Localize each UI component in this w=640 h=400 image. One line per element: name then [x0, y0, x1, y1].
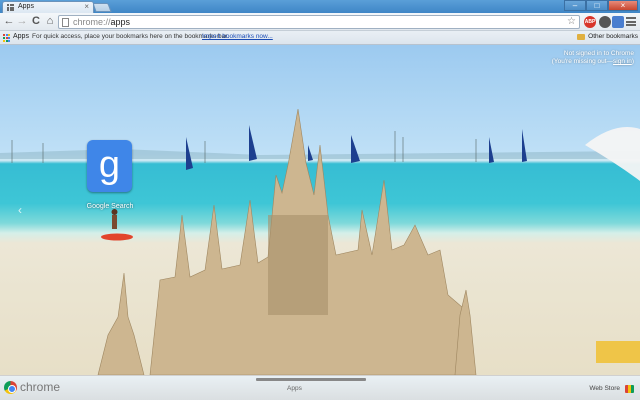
clock-extension-icon[interactable]	[599, 16, 611, 28]
page-indicator[interactable]	[256, 378, 366, 381]
url-text: chrome://apps	[73, 17, 130, 27]
google-g-glyph: g	[98, 144, 121, 186]
back-button[interactable]: ←	[3, 15, 15, 28]
forward-button[interactable]: →	[16, 15, 28, 28]
bookmark-star-icon[interactable]: ☆	[567, 16, 576, 27]
apps-page-background: Not signed in to Chrome (You're missing …	[0, 45, 640, 375]
close-window-button[interactable]: ×	[608, 0, 638, 11]
app-google-search[interactable]: g	[87, 140, 132, 192]
apps-grid-icon	[7, 4, 14, 11]
home-button[interactable]: ⌂	[44, 15, 56, 28]
sign-in-notice: Not signed in to Chrome (You're missing …	[552, 50, 634, 66]
sign-in-status: Not signed in to Chrome	[563, 50, 634, 57]
apps-shortcut[interactable]: Apps	[13, 33, 29, 40]
tab-apps[interactable]: Apps ×	[2, 1, 94, 13]
sign-in-prompt: (You're missing out—sign in)	[551, 58, 634, 65]
previous-page-arrow[interactable]: ‹	[18, 203, 22, 217]
tab-strip: Apps × – □ ×	[0, 0, 640, 13]
web-store-link[interactable]: Web Store	[589, 385, 620, 392]
app-label[interactable]: Google Search	[79, 203, 141, 210]
bookmarks-hint: For quick access, place your bookmarks h…	[32, 33, 229, 40]
close-tab-icon[interactable]: ×	[84, 2, 89, 12]
address-bar[interactable]: chrome://apps ☆	[58, 15, 580, 29]
other-bookmarks-label: Other bookmarks	[588, 33, 638, 40]
bookmarks-bar: Apps For quick access, place your bookma…	[0, 31, 640, 45]
reload-button[interactable]: C	[30, 15, 42, 28]
import-bookmarks-link[interactable]: Import bookmarks now...	[202, 33, 273, 40]
beach-sandcastle-image	[0, 108, 640, 375]
page-icon	[62, 18, 69, 27]
apps-footer: chrome Apps Web Store	[0, 375, 640, 400]
apps-grid-icon	[3, 34, 11, 42]
sign-in-link[interactable]: sign in	[613, 58, 632, 65]
window-controls: – □ ×	[564, 0, 638, 11]
url-scheme: chrome://	[73, 17, 111, 27]
toolbar: ← → C ⌂ chrome://apps ☆ ABP	[0, 13, 640, 31]
chrome-wordmark: chrome	[20, 380, 61, 394]
adblock-extension-icon[interactable]: ABP	[584, 16, 596, 28]
translate-extension-icon[interactable]	[612, 16, 624, 28]
maximize-button[interactable]: □	[586, 0, 608, 11]
other-bookmarks[interactable]: Other bookmarks	[577, 33, 638, 40]
tab-title: Apps	[18, 3, 34, 10]
new-tab-button[interactable]	[92, 3, 112, 12]
chrome-logo-icon	[4, 381, 17, 394]
web-store-icon[interactable]	[625, 385, 634, 393]
footer-page-apps[interactable]: Apps	[287, 385, 302, 392]
minimize-button[interactable]: –	[564, 0, 586, 11]
url-path: apps	[110, 17, 131, 27]
google-search-icon: g	[87, 140, 132, 192]
menu-icon[interactable]	[626, 16, 636, 28]
folder-icon	[577, 33, 586, 40]
